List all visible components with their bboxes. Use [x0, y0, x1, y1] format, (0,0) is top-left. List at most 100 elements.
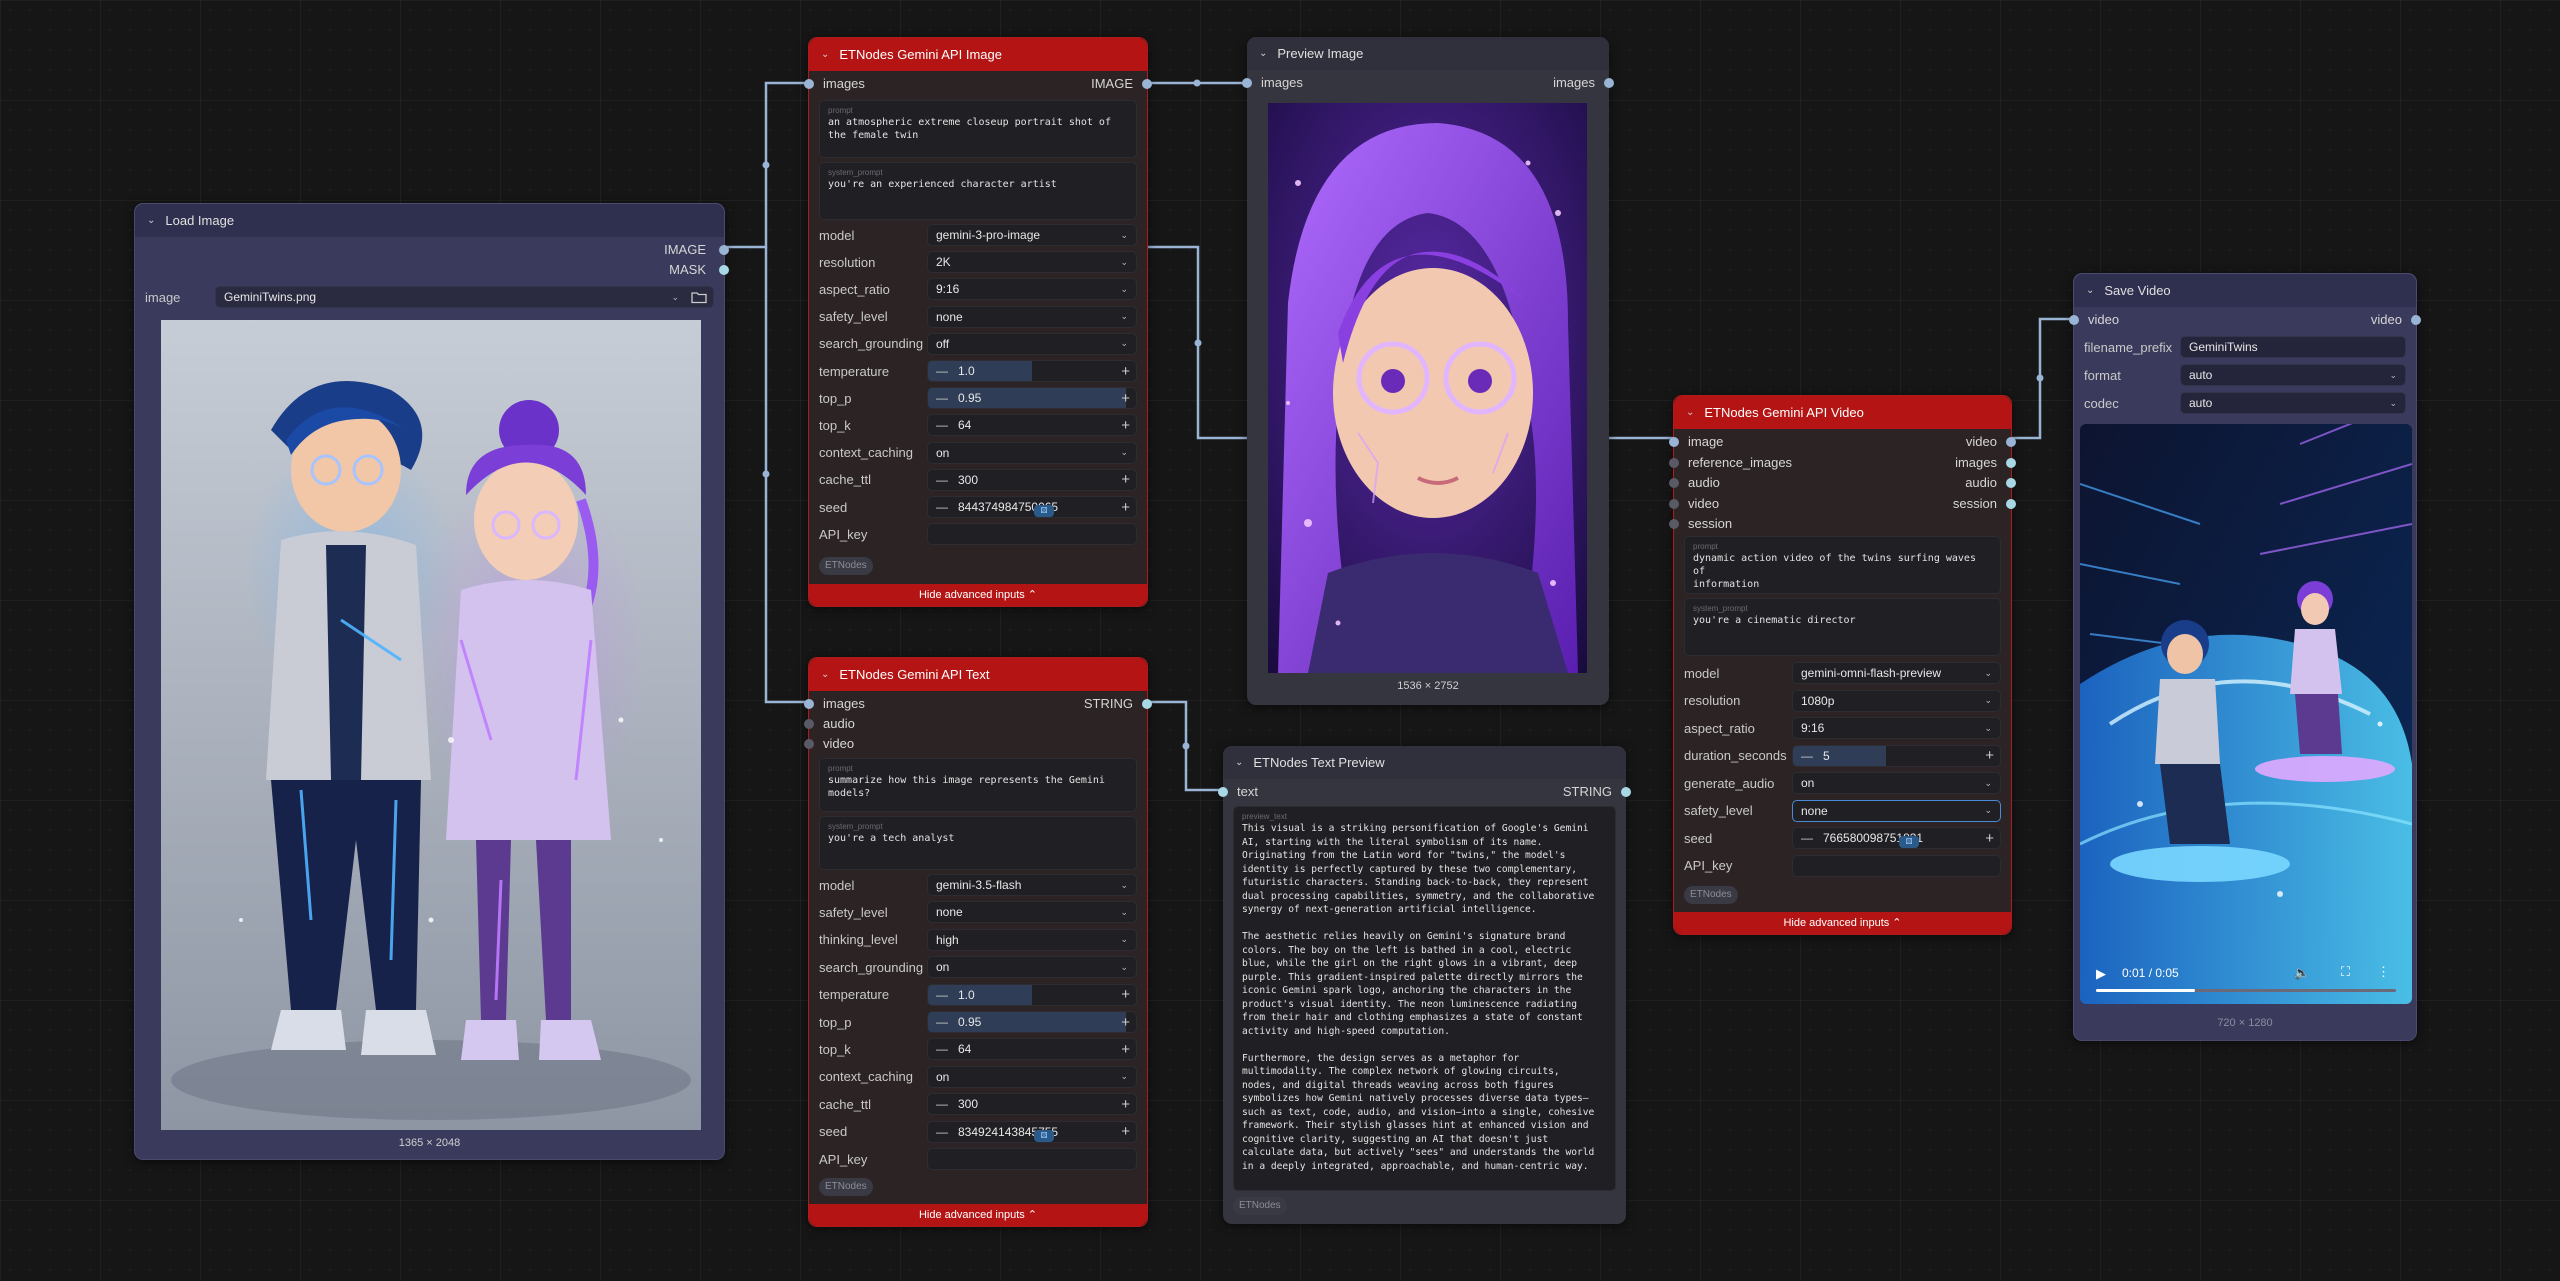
API-key-input[interactable]	[927, 523, 1137, 546]
video-progress-track[interactable]	[2096, 989, 2396, 992]
minus-icon[interactable]: —	[936, 1097, 948, 1111]
plus-icon[interactable]: +	[1121, 986, 1130, 1003]
generate-audio-input[interactable]: on ⌄	[1792, 772, 2001, 794]
output-image-dot[interactable]	[1142, 79, 1152, 89]
widget-duration-seconds[interactable]: duration_seconds — 5 +	[1684, 744, 2001, 767]
minus-icon[interactable]: —	[936, 1042, 948, 1056]
fullscreen-icon[interactable]: ⛶	[2341, 964, 2350, 980]
minus-icon[interactable]: —	[936, 988, 948, 1002]
minus-icon[interactable]: —	[936, 1015, 948, 1029]
preview-text-area[interactable]: preview_text This visual is a striking p…	[1233, 806, 1616, 1191]
widget-cache-ttl[interactable]: cache_ttl — 300 +	[819, 1093, 1137, 1116]
codec-input[interactable]: auto ⌄	[2180, 392, 2406, 414]
input-slot-image[interactable]: image	[1669, 432, 1723, 452]
top-k-input[interactable]: — 64 +	[927, 1038, 1137, 1061]
widget-safety-level[interactable]: safety_level none ⌄	[819, 901, 1137, 924]
widget-generate-audio[interactable]: generate_audio on ⌄	[1684, 772, 2001, 794]
top-p-input[interactable]: — 0.95 +	[927, 387, 1137, 410]
input-dot[interactable]	[1669, 478, 1679, 488]
system-prompt-textarea[interactable]: system_prompt you're a cinematic directo…	[1684, 598, 2001, 656]
input-slot-session[interactable]: session	[1669, 514, 1732, 534]
resolution-input[interactable]: 1080p ⌄	[1792, 689, 2001, 712]
minus-icon[interactable]: —	[936, 473, 948, 487]
node-header[interactable]: ⌄ ETNodes Gemini API Image	[809, 38, 1147, 71]
node-header[interactable]: ⌄ ETNodes Gemini API Video	[1674, 396, 2011, 429]
chevron-down-icon[interactable]: ⌄	[147, 215, 155, 226]
load-image-node[interactable]: ⌄ Load Image IMAGE MASK image GeminiTwin…	[134, 203, 729, 1160]
resolution-input[interactable]: 2K ⌄	[927, 251, 1137, 274]
minus-icon[interactable]: —	[936, 364, 948, 378]
input-images-dot[interactable]	[804, 79, 814, 89]
minus-icon[interactable]: —	[936, 1125, 948, 1139]
system-prompt-textarea[interactable]: system_prompt you're an experienced char…	[819, 162, 1137, 220]
temperature-input[interactable]: — 1.0 +	[927, 360, 1137, 382]
node-header[interactable]: ⌄ ETNodes Text Preview	[1223, 746, 1626, 779]
output-dot[interactable]	[2006, 437, 2016, 447]
more-icon[interactable]: ⋮	[2377, 964, 2390, 980]
node-header[interactable]: ⌄ ETNodes Gemini API Text	[809, 658, 1147, 691]
chevron-down-icon[interactable]: ⌄	[821, 669, 829, 680]
cache-ttl-input[interactable]: — 300 +	[927, 468, 1137, 491]
safety-level-input[interactable]: none ⌄	[927, 901, 1137, 924]
widget-resolution[interactable]: resolution 1080p ⌄	[1684, 689, 2001, 712]
plus-icon[interactable]: +	[1985, 830, 1994, 847]
filename-prefix-input[interactable]: GeminiTwins	[2180, 336, 2406, 358]
widget-resolution[interactable]: resolution 2K ⌄	[819, 251, 1137, 274]
plus-icon[interactable]: +	[1121, 363, 1130, 380]
input-audio-dot[interactable]	[804, 719, 814, 729]
plus-icon[interactable]: +	[1121, 471, 1130, 488]
plus-icon[interactable]: +	[1121, 499, 1130, 516]
chevron-down-icon[interactable]: ⌄	[1235, 757, 1243, 768]
cache-ttl-input[interactable]: — 300 +	[927, 1093, 1137, 1116]
context-caching-input[interactable]: on ⌄	[927, 441, 1137, 464]
folder-icon[interactable]	[691, 290, 707, 307]
chevron-down-icon[interactable]: ⌄	[821, 49, 829, 60]
node-header[interactable]: ⌄ Save Video	[2074, 274, 2416, 307]
duration-seconds-input[interactable]: — 5 +	[1792, 744, 2001, 767]
temperature-input[interactable]: — 1.0 +	[927, 983, 1137, 1006]
input-images-dot[interactable]	[1242, 78, 1252, 88]
plus-icon[interactable]: +	[1121, 1123, 1130, 1140]
model-input[interactable]: gemini-3-pro-image ⌄	[927, 224, 1137, 246]
dice-icon[interactable]: ⚄	[1034, 505, 1055, 517]
widget-filename-prefix[interactable]: filename_prefix GeminiTwins	[2084, 336, 2406, 358]
context-caching-input[interactable]: on ⌄	[927, 1065, 1137, 1088]
dice-icon[interactable]: ⚄	[1899, 836, 1920, 848]
input-dot[interactable]	[1669, 437, 1679, 447]
output-mask-dot[interactable]	[719, 265, 729, 275]
format-input[interactable]: auto ⌄	[2180, 364, 2406, 386]
input-slot-reference-images[interactable]: reference_images	[1669, 453, 1792, 473]
safety-level-input[interactable]: none ⌄	[1792, 799, 2001, 822]
output-string-dot[interactable]	[1142, 699, 1152, 709]
minus-icon[interactable]: —	[1801, 749, 1813, 763]
widget-context-caching[interactable]: context_caching on ⌄	[819, 1065, 1137, 1088]
hide-advanced-inputs-button[interactable]: Hide advanced inputs ⌃	[809, 1204, 1147, 1226]
seed-input[interactable]: —844374984750065 ⚄ +	[927, 496, 1137, 518]
seed-input[interactable]: —834924143845755 ⚄ +	[927, 1120, 1137, 1143]
gemini-api-video-node[interactable]: ⌄ ETNodes Gemini API Video image referenc…	[1669, 395, 2016, 935]
API-key-input[interactable]	[927, 1148, 1137, 1170]
volume-icon[interactable]: 🔈	[2294, 965, 2310, 981]
node-header[interactable]: ⌄ Preview Image	[1247, 37, 1609, 70]
widget-API-key[interactable]: API_key	[819, 1148, 1137, 1170]
play-icon[interactable]: ▶	[2096, 966, 2106, 982]
chevron-down-icon[interactable]: ⌄	[1686, 407, 1694, 418]
widget-temperature[interactable]: temperature — 1.0 +	[819, 983, 1137, 1006]
output-dot[interactable]	[2006, 498, 2016, 509]
widget-aspect-ratio[interactable]: aspect_ratio 9:16 ⌄	[1684, 717, 2001, 739]
gemini-api-text-node[interactable]: ⌄ ETNodes Gemini API Text images audio v…	[804, 657, 1152, 1227]
minus-icon[interactable]: —	[936, 500, 948, 514]
widget-seed[interactable]: seed —834924143845755 ⚄ +	[819, 1120, 1137, 1143]
widget-codec[interactable]: codec auto ⌄	[2084, 392, 2406, 414]
output-slot-video[interactable]: video	[1966, 432, 2016, 452]
widget-safety-level[interactable]: safety_level none ⌄	[819, 305, 1137, 328]
input-video-dot[interactable]	[2069, 315, 2079, 325]
API-key-input[interactable]	[1792, 854, 2001, 877]
output-dot[interactable]	[2006, 457, 2016, 468]
widget-seed[interactable]: seed —844374984750065 ⚄ +	[819, 496, 1137, 518]
plus-icon[interactable]: +	[1121, 1041, 1130, 1058]
widget-top-p[interactable]: top_p — 0.95 +	[819, 1011, 1137, 1033]
top-p-input[interactable]: — 0.95 +	[927, 1011, 1137, 1033]
plus-icon[interactable]: +	[1121, 1014, 1130, 1031]
output-dot[interactable]	[2006, 478, 2016, 488]
